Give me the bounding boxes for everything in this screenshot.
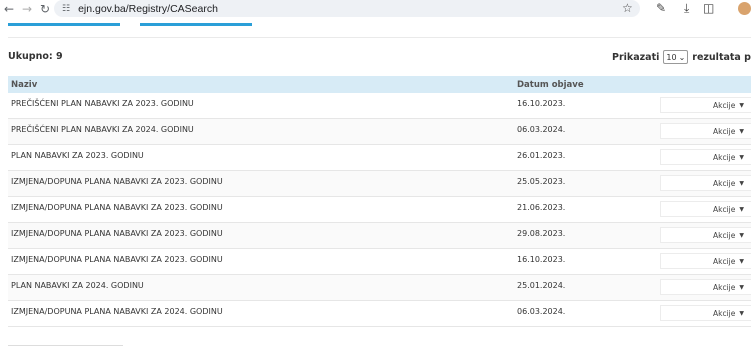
table-row: IZMJENA/DOPUNA PLANA NABAVKI ZA 2023. GO… — [8, 171, 751, 197]
actions-dropdown-button[interactable]: Akcije ▼ — [660, 279, 751, 295]
actions-label: Akcije — [712, 256, 736, 266]
extensions-icon[interactable]: ✎ — [656, 0, 666, 17]
tab-indicator-1[interactable] — [8, 23, 120, 26]
row-date: 29.08.2023. — [517, 229, 566, 238]
actions-label: Akcije — [712, 178, 736, 188]
show-label: Prikazati — [612, 51, 660, 63]
column-header-datum[interactable]: Datum objave — [517, 80, 584, 90]
bookmark-star-icon[interactable]: ☆ — [622, 0, 633, 17]
url-text[interactable]: ejn.gov.ba/Registry/CASearch — [78, 3, 218, 15]
pagination — [8, 345, 123, 350]
table-row: IZMJENA/DOPUNA PLANA NABAVKI ZA 2024. GO… — [8, 301, 751, 327]
actions-dropdown-button[interactable]: Akcije ▼ — [660, 201, 751, 217]
table-row: IZMJENA/DOPUNA PLANA NABAVKI ZA 2023. GO… — [8, 197, 751, 223]
row-date: 25.01.2024. — [517, 281, 566, 290]
caret-down-icon: ▼ — [739, 283, 744, 291]
row-date: 26.01.2023. — [517, 151, 566, 160]
actions-dropdown-button[interactable]: Akcije ▼ — [660, 175, 751, 191]
forward-arrow-icon[interactable]: → — [18, 0, 36, 17]
caret-down-icon: ▼ — [739, 231, 744, 239]
row-date: 21.06.2023. — [517, 203, 566, 212]
caret-down-icon: ▼ — [739, 101, 744, 109]
actions-label: Akcije — [712, 282, 736, 292]
caret-down-icon: ▼ — [739, 309, 744, 317]
page-size-select[interactable]: 10 ⌄ — [663, 50, 689, 64]
actions-dropdown-button[interactable]: Akcije ▼ — [660, 227, 751, 243]
actions-dropdown-button[interactable]: Akcije ▼ — [660, 97, 751, 113]
table-row: IZMJENA/DOPUNA PLANA NABAVKI ZA 2023. GO… — [8, 249, 751, 275]
actions-label: Akcije — [712, 230, 736, 240]
results-table: Naziv Datum objave PREČIŠĆENI PLAN NABAV… — [8, 76, 751, 327]
row-date: 16.10.2023. — [517, 255, 566, 264]
site-settings-icon[interactable]: ☷ — [62, 4, 70, 14]
sidepanel-icon[interactable]: ◫ — [703, 0, 714, 17]
table-row: PLAN NABAVKI ZA 2024. GODINU 25.01.2024. A… — [8, 275, 751, 301]
table-row: PREČIŠĆENI PLAN NABAVKI ZA 2024. GODINU 0… — [8, 119, 751, 145]
divider — [8, 37, 751, 38]
row-name: IZMJENA/DOPUNA PLANA NABAVKI ZA 2023. GO… — [11, 255, 223, 264]
row-name: PREČIŠĆENI PLAN NABAVKI ZA 2024. GODINU — [11, 125, 194, 134]
profile-avatar[interactable] — [738, 2, 751, 15]
actions-dropdown-button[interactable]: Akcije ▼ — [660, 123, 751, 139]
row-date: 16.10.2023. — [517, 99, 566, 108]
row-name: PLAN NABAVKI ZA 2024. GODINU — [11, 281, 144, 290]
caret-down-icon: ▼ — [739, 205, 744, 213]
total-count: Ukupno: 9 — [8, 51, 63, 62]
caret-down-icon: ▼ — [739, 257, 744, 265]
download-icon[interactable]: ⤓ — [684, 0, 689, 17]
page-size-control: Prikazati 10 ⌄ rezultata po s — [612, 50, 751, 64]
row-date: 06.03.2024. — [517, 125, 566, 134]
tab-indicator-2[interactable] — [140, 23, 252, 26]
reload-icon[interactable]: ↻ — [36, 0, 54, 17]
caret-down-icon: ▼ — [739, 153, 744, 161]
row-name: IZMJENA/DOPUNA PLANA NABAVKI ZA 2023. GO… — [11, 203, 223, 212]
table-row: PREČIŠĆENI PLAN NABAVKI ZA 2023. GODINU 1… — [8, 93, 751, 119]
table-row: PLAN NABAVKI ZA 2023. GODINU 26.01.2023. A… — [8, 145, 751, 171]
actions-label: Akcije — [712, 308, 736, 318]
page-size-value: 10 — [666, 52, 677, 62]
actions-label: Akcije — [712, 204, 736, 214]
row-name: PREČIŠĆENI PLAN NABAVKI ZA 2023. GODINU — [11, 99, 194, 108]
actions-label: Akcije — [712, 152, 736, 162]
back-arrow-icon[interactable]: ← — [0, 0, 18, 17]
actions-dropdown-button[interactable]: Akcije ▼ — [660, 149, 751, 165]
row-name: PLAN NABAVKI ZA 2023. GODINU — [11, 151, 144, 160]
column-header-naziv[interactable]: Naziv — [11, 80, 37, 90]
chevron-down-icon: ⌄ — [678, 52, 686, 62]
row-name: IZMJENA/DOPUNA PLANA NABAVKI ZA 2023. GO… — [11, 229, 223, 238]
address-bar[interactable]: ☷ ejn.gov.ba/Registry/CASearch — [54, 0, 640, 17]
caret-down-icon: ▼ — [739, 127, 744, 135]
table-row: IZMJENA/DOPUNA PLANA NABAVKI ZA 2023. GO… — [8, 223, 751, 249]
results-per-page-label: rezultata po s — [692, 51, 751, 63]
actions-label: Akcije — [712, 100, 736, 110]
row-name: IZMJENA/DOPUNA PLANA NABAVKI ZA 2023. GO… — [11, 177, 223, 186]
table-header: Naziv Datum objave — [8, 76, 751, 93]
actions-dropdown-button[interactable]: Akcije ▼ — [660, 253, 751, 269]
caret-down-icon: ▼ — [739, 179, 744, 187]
actions-dropdown-button[interactable]: Akcije ▼ — [660, 305, 751, 321]
row-name: IZMJENA/DOPUNA PLANA NABAVKI ZA 2024. GO… — [11, 307, 223, 316]
actions-label: Akcije — [712, 126, 736, 136]
row-date: 06.03.2024. — [517, 307, 566, 316]
row-date: 25.05.2023. — [517, 177, 566, 186]
